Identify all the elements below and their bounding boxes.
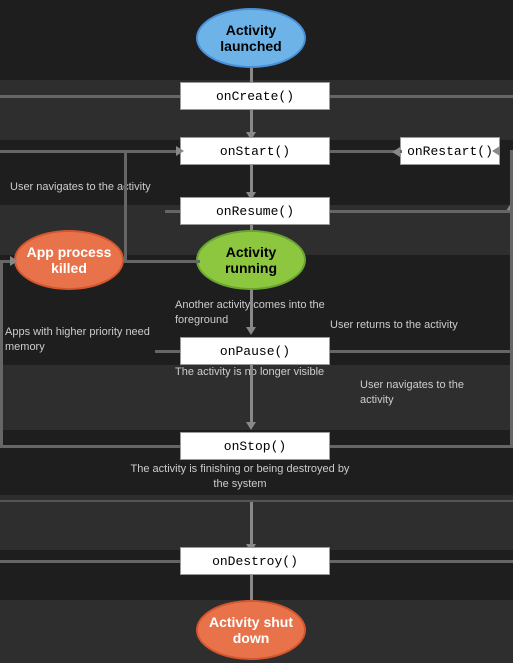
onstop-box: onStop() (180, 432, 330, 460)
line-onpause-onstop (250, 365, 253, 425)
line-top-connect (400, 150, 402, 153)
onstart-box: onStart() (180, 137, 330, 165)
arrow-killed-onstart (176, 146, 184, 156)
oncreate-box: onCreate() (180, 82, 330, 110)
line-to-ondestroy (250, 502, 253, 547)
arrow-to-onpause (246, 327, 256, 335)
separator-line (0, 500, 513, 502)
line-return-connect (330, 210, 510, 213)
line-left-vertical (0, 260, 3, 445)
line-onstop-right (400, 445, 513, 448)
onresume-box: onResume() (180, 197, 330, 225)
user-navigates-label: User navigates to the activity (10, 180, 170, 195)
arrow-to-killed (10, 256, 18, 266)
arrow-to-onstop (246, 422, 256, 430)
apps-priority-label: Apps with higher priority need memory (5, 325, 160, 356)
user-navigates-to-label: User navigates to the activity (360, 378, 500, 409)
section-8 (0, 495, 513, 550)
activity-shutdown-node: Activity shut down (196, 600, 306, 660)
activity-launched-node: Activity launched (196, 8, 306, 68)
onrestart-box: onRestart() (400, 137, 500, 165)
line-right-oncreate (330, 95, 513, 98)
line-running-onpause (250, 290, 253, 330)
launched-label: Activity launched (198, 22, 304, 54)
line-left-ondestroy (0, 560, 180, 563)
line-killed-right (124, 260, 200, 263)
activity-running-node: Activity running (196, 230, 306, 290)
line-left-onpause (155, 350, 180, 353)
running-label: Activity running (198, 244, 304, 276)
line-right-onpause (330, 350, 513, 353)
killed-label: App process killed (16, 244, 122, 276)
line-onstart-onresume (250, 165, 253, 195)
line-onstop-left (0, 445, 125, 448)
line-left-onresume (165, 210, 180, 213)
finishing-label: The activity is finishing or being destr… (130, 462, 350, 493)
arrow-onrestart-to-onstart (392, 147, 400, 157)
user-returns-label: User returns to the activity (330, 318, 460, 333)
lifecycle-diagram: Activity launched onCreate() onStart() o… (0, 0, 513, 663)
line-ondestroy-shutdown (250, 575, 253, 603)
line-right-ondestroy (330, 560, 513, 563)
onpause-box: onPause() (180, 337, 330, 365)
line-killed-up (124, 150, 127, 260)
app-process-killed-node: App process killed (14, 230, 124, 290)
arrow-to-onrestart (492, 146, 500, 156)
shutdown-label: Activity shut down (198, 614, 304, 646)
line-killed-to-onstart (124, 150, 180, 153)
line-left-oncreate (0, 95, 180, 98)
ondestroy-box: onDestroy() (180, 547, 330, 575)
